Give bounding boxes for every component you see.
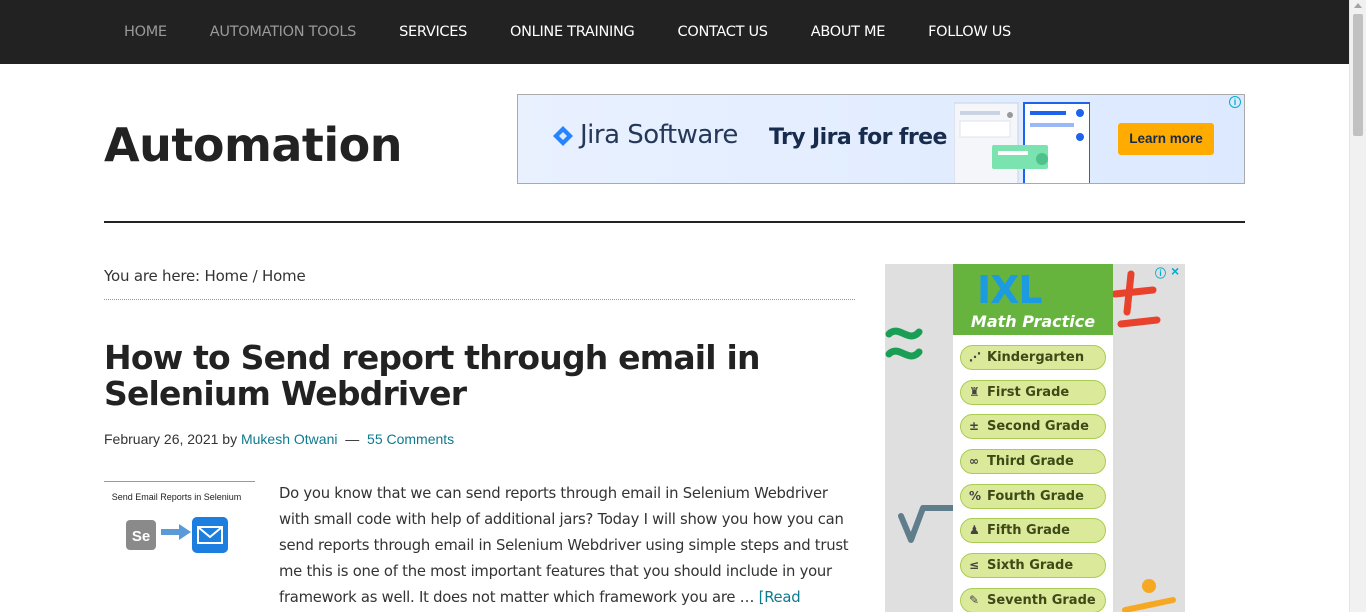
breadcrumb-current: Home	[262, 267, 306, 285]
grade-button-kindergarten[interactable]: ⋰ Kindergarten	[960, 345, 1106, 370]
email-icon	[192, 517, 228, 553]
breadcrumb: You are here: Home / Home	[104, 267, 306, 285]
post-comments-link[interactable]: 55 Comments	[367, 431, 454, 447]
header-divider	[104, 221, 1245, 223]
divide-decoration-icon	[1122, 579, 1176, 612]
grade-label: Kindergarten	[987, 350, 1085, 365]
jira-logo-icon	[553, 126, 573, 146]
ixl-header: IXL Math Practice	[953, 264, 1113, 335]
grade-label: Fourth Grade	[987, 489, 1084, 504]
site-title[interactable]: Automation	[104, 118, 403, 172]
excerpt-text: Do you know that we can send reports thr…	[279, 485, 849, 606]
grade-button-sixth[interactable]: ≤ Sixth Grade	[960, 553, 1106, 578]
selenium-logo-icon: Se	[126, 520, 156, 550]
scrollbar-thumb[interactable]	[1353, 14, 1363, 136]
nav-item-about-me[interactable]: ABOUT ME	[811, 24, 886, 40]
breadcrumb-separator: /	[252, 267, 258, 285]
breadcrumb-prefix: You are here:	[104, 267, 200, 285]
math-symbol-decoration-icon	[885, 327, 923, 360]
ixl-panel: IXL Math Practice ⋰ Kindergarten ♜ First…	[953, 264, 1113, 612]
blocks-icon: ♜	[969, 385, 980, 399]
percent-icon: %	[969, 489, 982, 503]
grade-button-third[interactable]: ∞ Third Grade	[960, 449, 1106, 474]
grade-label: Seventh Grade	[987, 593, 1096, 608]
grade-button-fifth[interactable]: ♟ Fifth Grade	[960, 518, 1106, 543]
grade-button-fourth[interactable]: % Fourth Grade	[960, 484, 1106, 509]
post-title[interactable]: How to Send report through email in Sele…	[104, 340, 824, 412]
grade-label: Second Grade	[987, 419, 1089, 434]
scroll-up-icon[interactable]	[1354, 3, 1362, 8]
grade-label: Fifth Grade	[987, 523, 1070, 538]
less-equal-icon: ≤	[969, 558, 980, 572]
post-by: by	[222, 431, 238, 447]
jira-banner-ad[interactable]: Jira Software Try Jira for free Learn mo…	[517, 94, 1245, 184]
nav-item-follow-us[interactable]: FOLLOW US	[928, 24, 1011, 40]
nav-item-online-training[interactable]: ONLINE TRAINING	[510, 24, 635, 40]
grade-label: Third Grade	[987, 454, 1074, 469]
nav-item-contact-us[interactable]: CONTACT US	[678, 24, 769, 40]
grade-button-seventh[interactable]: ✎ Seventh Grade	[960, 588, 1106, 612]
page-scrollbar[interactable]	[1349, 0, 1366, 612]
grade-label: First Grade	[987, 385, 1070, 400]
close-ad-icon[interactable]: ×	[1171, 264, 1179, 279]
dots-icon: ⋰	[969, 350, 981, 364]
nav-item-home[interactable]: HOME	[124, 24, 167, 40]
grade-button-first[interactable]: ♜ First Grade	[960, 380, 1106, 405]
adchoices-icon[interactable]: ⓘ	[1155, 265, 1166, 281]
jira-board-illustration-icon	[954, 102, 1090, 183]
breadcrumb-home-link[interactable]: Home	[204, 267, 248, 285]
jira-tagline: Try Jira for free	[769, 125, 947, 150]
ixl-sidebar-ad[interactable]: IXL Math Practice ⋰ Kindergarten ♜ First…	[885, 264, 1185, 612]
learn-more-button[interactable]: Learn more	[1118, 123, 1214, 155]
infinity-icon: ∞	[969, 454, 979, 468]
jira-brand-name: Jira Software	[580, 120, 738, 150]
nav-menu: HOME AUTOMATION TOOLS SERVICES ONLINE TR…	[104, 0, 1054, 64]
post-date: February 26, 2021	[104, 431, 219, 447]
nav-item-automation-tools[interactable]: AUTOMATION TOOLS	[210, 24, 357, 40]
post-author-link[interactable]: Mukesh Otwani	[241, 431, 337, 447]
adchoices-icon[interactable]: i	[1229, 96, 1241, 108]
pencil-icon: ✎	[969, 593, 980, 607]
nav-item-services[interactable]: SERVICES	[399, 24, 467, 40]
grade-label: Sixth Grade	[987, 558, 1074, 573]
pawn-icon: ♟	[969, 523, 980, 537]
post-meta: February 26, 2021 by Mukesh Otwani — 55 …	[104, 431, 454, 447]
thumbnail-caption: Send Email Reports in Selenium	[111, 492, 242, 502]
meta-dash: —	[345, 431, 360, 447]
post-excerpt: Do you know that we can send reports thr…	[279, 481, 849, 612]
breadcrumb-divider	[104, 299, 855, 300]
checkmark-decoration-icon	[898, 505, 956, 543]
top-navigation: HOME AUTOMATION TOOLS SERVICES ONLINE TR…	[0, 0, 1349, 64]
plus-minus-icon: ±	[969, 419, 980, 433]
ixl-subtitle: Math Practice	[970, 312, 1096, 331]
grade-button-second[interactable]: ± Second Grade	[960, 414, 1106, 439]
arrow-right-icon	[161, 524, 191, 540]
post-thumbnail[interactable]: Send Email Reports in Selenium Se	[104, 481, 255, 571]
ixl-logo: IXL	[977, 268, 1043, 312]
